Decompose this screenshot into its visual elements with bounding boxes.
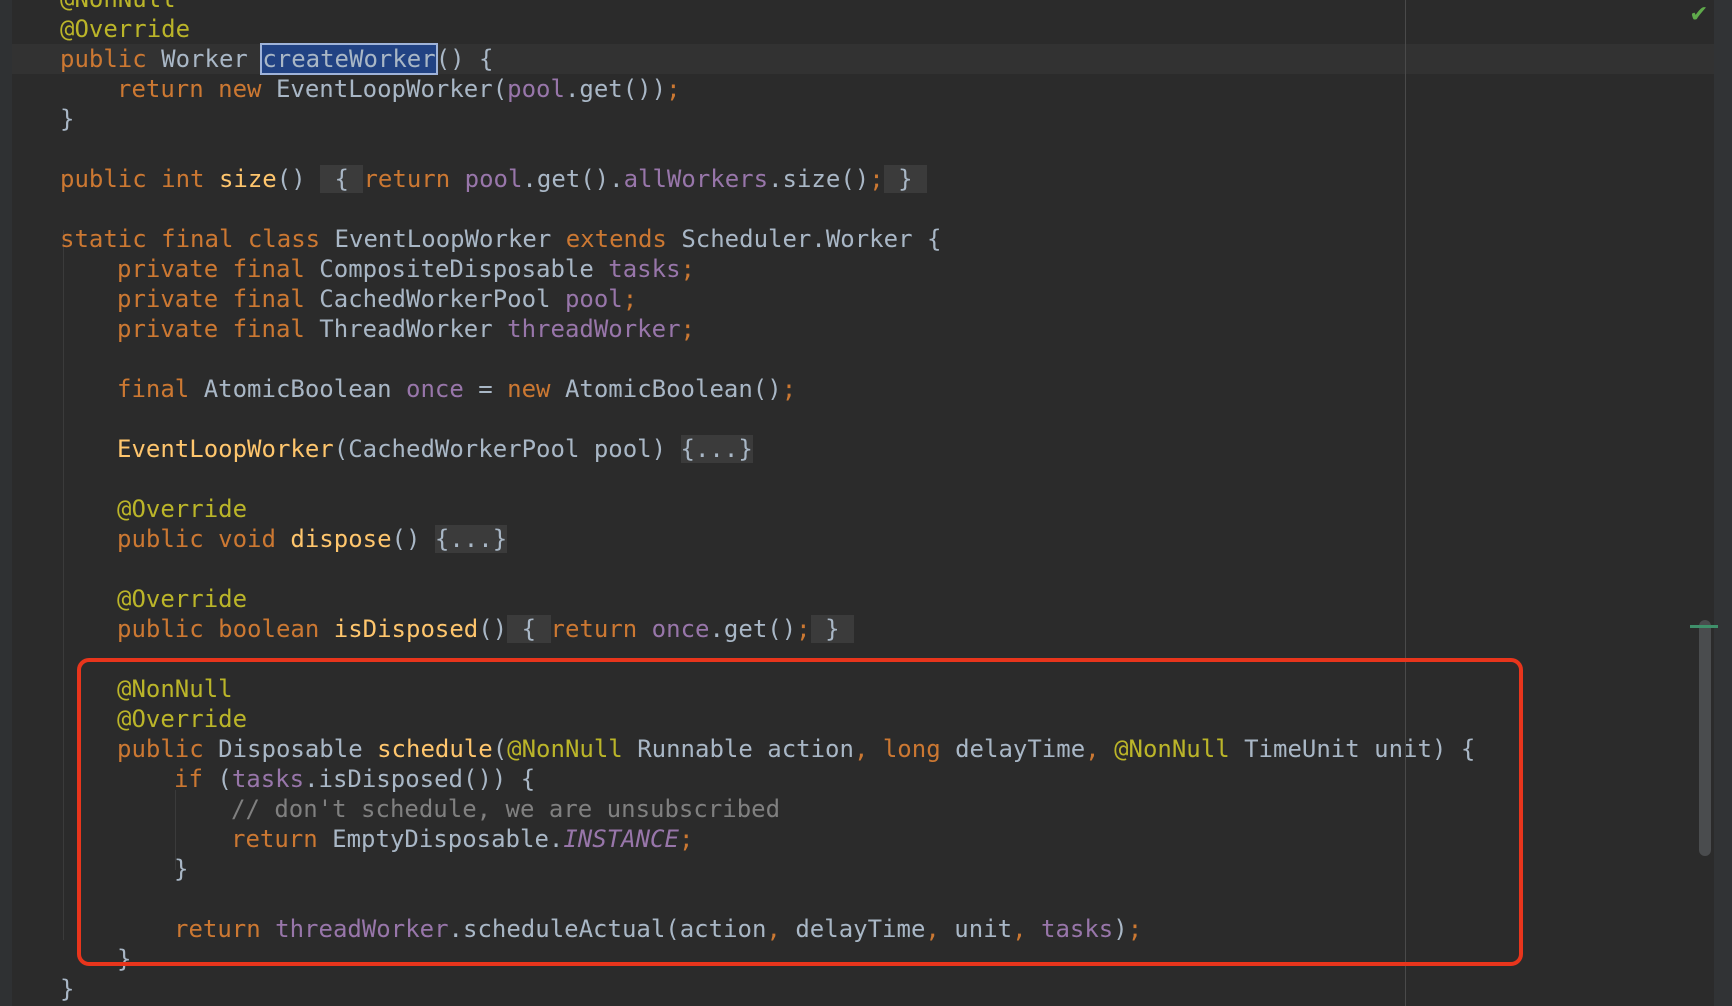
code-token-kw: ; (680, 255, 695, 283)
code-token-anno: @Override (117, 495, 248, 523)
code-token-kw: private final (117, 255, 320, 283)
error-stripe[interactable] (1714, 0, 1732, 1006)
code-token-field: allWorkers (623, 165, 769, 193)
code-token-plain: AtomicBoolean() (564, 375, 782, 403)
code-token-anno: @NonNull (60, 0, 176, 13)
highlight-annotation-box (77, 658, 1523, 966)
code-token-plain: } (60, 105, 75, 133)
code-token-field: tasks (608, 255, 681, 283)
code-line[interactable]: final AtomicBoolean once = new AtomicBoo… (117, 374, 796, 404)
code-token-kw: public void (117, 525, 291, 553)
code-token-plain: EventLoopWorker (334, 225, 566, 253)
code-line[interactable]: } (60, 974, 74, 1004)
code-line[interactable]: private final CachedWorkerPool pool; (117, 284, 637, 314)
code-token-kw: private final (117, 315, 320, 343)
code-token-plain: () (391, 525, 435, 553)
code-token-kw: ; (622, 285, 638, 313)
code-line[interactable]: @NonNull (60, 0, 176, 14)
code-token-plain: Scheduler.Worker { (681, 225, 942, 253)
code-token-kw: private final (117, 285, 320, 313)
code-token-fold: { (507, 615, 551, 643)
code-token-plain: CompositeDisposable (319, 255, 609, 283)
code-token-kw: static final class (60, 225, 335, 253)
code-line[interactable]: @Override (117, 494, 247, 524)
code-line[interactable]: public boolean isDisposed() { return onc… (117, 614, 854, 644)
code-token-kw: extends (565, 225, 682, 253)
code-token-plain: .get()) (564, 75, 667, 103)
code-token-plain: EventLoopWorker( (275, 75, 508, 103)
code-line[interactable]: EventLoopWorker(CachedWorkerPool pool) {… (117, 434, 753, 464)
code-token-plain: CachedWorkerPool (319, 285, 565, 313)
code-line[interactable]: } (60, 104, 74, 134)
checkmark-icon[interactable]: ✔ (1691, 0, 1707, 26)
code-token-fold: } (883, 165, 928, 193)
code-token-kw: public boolean (117, 615, 334, 643)
code-token-plain: .get(). (522, 165, 624, 193)
code-line[interactable]: @Override (60, 14, 190, 44)
code-line[interactable]: private final CompositeDisposable tasks; (117, 254, 695, 284)
code-token-kw: ; (796, 615, 811, 643)
code-token-kw: new (507, 375, 565, 403)
code-token-kw: return (363, 165, 465, 193)
code-token-plain: () (276, 165, 321, 193)
code-token-plain: () (478, 615, 508, 643)
code-token-method: size (218, 165, 277, 193)
code-token-plain: .size() (768, 165, 870, 193)
code-token-field: pool (464, 165, 523, 193)
code-token-kw: final (117, 375, 204, 403)
code-token-anno: @Override (60, 15, 191, 43)
editor-gutter[interactable] (0, 0, 12, 1006)
code-token-field: threadWorker (507, 315, 681, 343)
code-token-kw: public int (60, 165, 219, 193)
code-token-anno: @Override (117, 585, 248, 613)
indent-guide (63, 230, 64, 940)
code-editor[interactable]: @NonNull@Overridepublic Worker createWor… (0, 0, 1732, 1006)
code-token-method: isDisposed (333, 615, 479, 643)
code-line[interactable]: public void dispose() {...} (117, 524, 508, 554)
code-token-field: pool (507, 75, 565, 103)
code-token-field: once (406, 375, 479, 403)
code-token-field: pool (564, 285, 623, 313)
vertical-scrollbar-thumb[interactable] (1699, 620, 1711, 856)
code-token-plain: () { (435, 45, 494, 73)
code-token-plain: Worker (161, 45, 263, 73)
code-line[interactable]: public int size() { return pool.get().al… (60, 164, 928, 194)
code-token-sel: createWorker (260, 43, 438, 75)
code-line[interactable]: @Override (117, 584, 247, 614)
code-token-kw: ; (680, 315, 695, 343)
code-token-plain: AtomicBoolean (203, 375, 406, 403)
code-token-method: EventLoopWorker (117, 435, 334, 463)
code-token-plain: (CachedWorkerPool pool) (333, 435, 681, 463)
code-line[interactable]: private final ThreadWorker threadWorker; (117, 314, 695, 344)
code-token-kw: ; (781, 375, 797, 403)
code-token-fold: {...} (434, 525, 508, 553)
code-token-field: once (651, 615, 710, 643)
code-token-kw: ; (666, 75, 681, 103)
code-line[interactable]: public Worker createWorker() { (12, 43, 1732, 75)
code-token-plain: ThreadWorker (319, 315, 508, 343)
code-token-method: dispose (290, 525, 392, 553)
code-line[interactable]: return new EventLoopWorker(pool.get()); (117, 74, 681, 104)
code-line[interactable]: static final class EventLoopWorker exten… (60, 224, 941, 254)
code-token-kw: public (60, 45, 162, 73)
code-token-fold: {...} (680, 435, 753, 463)
code-token-kw: return new (117, 75, 276, 103)
code-token-kw: return (550, 615, 652, 643)
code-token-fold: } (810, 615, 854, 643)
code-token-plain: = (478, 375, 508, 403)
code-token-plain: .get() (709, 615, 797, 643)
code-token-kw: ; (869, 165, 884, 193)
change-marker[interactable] (1690, 625, 1718, 628)
code-token-fold: { (320, 165, 364, 193)
code-token-plain: } (60, 975, 75, 1003)
